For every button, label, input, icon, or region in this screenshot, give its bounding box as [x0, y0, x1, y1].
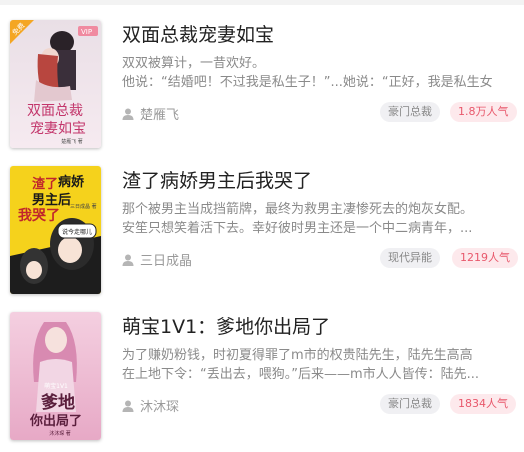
author-info: 楚雁飞: [122, 104, 179, 123]
description-line: 为了赚奶粉钱，时初夏得罪了m市的权贵陆先生，陆先生高高: [122, 348, 473, 363]
popularity-tag: 1.8万人气: [450, 102, 517, 122]
book-title[interactable]: 萌宝1V1：爹地你出局了: [122, 312, 330, 339]
category-tag[interactable]: 豪门总裁: [380, 394, 440, 414]
book-cover[interactable]: 渣了 病娇 男主后 我哭了 说今走哪儿 三日成晶 著: [10, 166, 101, 294]
book-item-3[interactable]: 萌宝1V1 爹地 你出局了 沐沐琛 著 萌宝1V1：爹地你出局了 为了赚奶粉钱，…: [0, 312, 524, 452]
author-name: 沐沐琛: [140, 400, 180, 415]
author-info: 三日成晶: [122, 250, 192, 269]
book-item-1[interactable]: 免费 VIP 双面总裁 宠妻如宝 楚雁飞 著 双面总裁宠妻如宝 双双被算计，一昔…: [0, 20, 524, 160]
book-title[interactable]: 双面总裁宠妻如宝: [122, 20, 274, 47]
author-info: 沐沐琛: [122, 396, 179, 415]
book-description: 为了赚奶粉钱，时初夏得罪了m市的权贵陆先生，陆先生高高 在上地下令：“丢出去，喂…: [122, 346, 518, 384]
cover-art: 萌宝1V1 爹地 你出局了 沐沐琛 著: [10, 312, 101, 440]
book-title[interactable]: 渣了病娇男主后我哭了: [122, 166, 312, 193]
cover-title-part: 我哭了: [18, 208, 60, 224]
cover-title-part: 渣了: [32, 176, 58, 192]
cover-title-part: 病娇: [58, 174, 85, 190]
cover-title-line1: 爹地: [40, 392, 75, 413]
author-name: 楚雁飞: [140, 108, 180, 123]
cover-bubble: 说今走哪儿: [62, 228, 92, 236]
cover-title-part: 男主后: [32, 192, 71, 208]
person-icon: [122, 108, 134, 120]
vip-badge: VIP: [81, 28, 92, 36]
popularity-tag: 1219人气: [452, 248, 518, 268]
cover-art: 免费 VIP 双面总裁 宠妻如宝 楚雁飞 著: [10, 20, 101, 148]
cover-art: 渣了 病娇 男主后 我哭了 说今走哪儿 三日成晶 著: [10, 166, 101, 294]
book-cover[interactable]: 免费 VIP 双面总裁 宠妻如宝 楚雁飞 著: [10, 20, 101, 148]
cover-author: 楚雁飞 著: [61, 138, 83, 145]
cover-title-line2: 宠妻如宝: [30, 121, 86, 137]
cover-author: 沐沐琛 著: [49, 430, 71, 437]
description-line: 那个被男主当成挡箭牌，最终为救男主凄惨死去的炮灰女配。: [122, 202, 474, 217]
description-line: 安笙只想笑着活下去。幸好彼时男主还是一个中二病青年，...: [122, 221, 473, 236]
popularity-tag: 1834人气: [450, 394, 516, 414]
category-tag[interactable]: 豪门总裁: [380, 102, 440, 122]
cover-author: 三日成晶 著: [70, 203, 97, 210]
category-tag[interactable]: 现代异能: [380, 248, 440, 268]
description-line: 双双被算计，一昔欢好。: [122, 56, 266, 71]
description-line: 他说：“结婚吧！不过我是私生子！”...她说：“正好，我是私生女: [122, 75, 493, 90]
description-line: 在上地下令：“丢出去，喂狗。”后来——m市人人皆传：陆先...: [122, 367, 480, 382]
book-description: 双双被算计，一昔欢好。 他说：“结婚吧！不过我是私生子！”...她说：“正好，我…: [122, 54, 518, 92]
top-divider: [0, 0, 524, 5]
person-icon: [122, 254, 134, 266]
cover-title-line1: 双面总裁: [27, 103, 83, 119]
cover-title-line2: 你出局了: [29, 413, 82, 429]
book-cover[interactable]: 萌宝1V1 爹地 你出局了 沐沐琛 著: [10, 312, 101, 440]
book-item-2[interactable]: 渣了 病娇 男主后 我哭了 说今走哪儿 三日成晶 著 渣了病娇男主后我哭了 那个…: [0, 166, 524, 306]
book-description: 那个被男主当成挡箭牌，最终为救男主凄惨死去的炮灰女配。 安笙只想笑着活下去。幸好…: [122, 200, 518, 238]
author-name: 三日成晶: [140, 254, 193, 269]
person-icon: [122, 400, 134, 412]
cover-small-top: 萌宝1V1: [44, 382, 68, 390]
